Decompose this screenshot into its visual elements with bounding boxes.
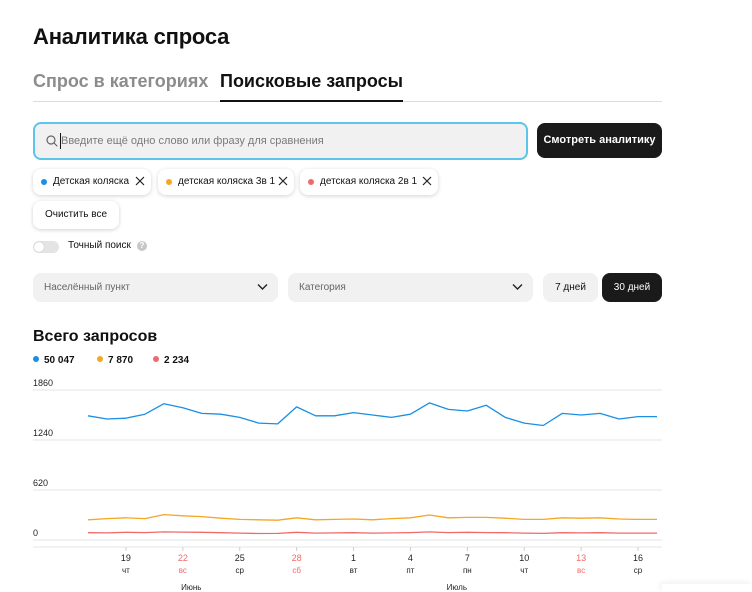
chevron-down-icon bbox=[512, 284, 523, 290]
total-requests-title: Всего запросов bbox=[33, 328, 158, 345]
category-select[interactable]: Категория bbox=[288, 273, 533, 302]
legend-value: 2 234 bbox=[164, 355, 190, 366]
search-icon bbox=[46, 135, 58, 147]
x-tick-weekday: вс bbox=[577, 566, 585, 575]
period-7-days-button[interactable]: 7 дней bbox=[543, 273, 598, 302]
series-line-1 bbox=[87, 402, 657, 427]
y-tick-label: 620 bbox=[33, 478, 48, 488]
x-tick-day: 4 bbox=[408, 553, 413, 563]
help-icon[interactable]: ? bbox=[137, 241, 147, 251]
legend-item: 50 047 bbox=[33, 355, 75, 366]
x-tick-day: 22 bbox=[178, 553, 188, 563]
x-tick-day: 1 bbox=[351, 553, 356, 563]
chip-label: Детская коляска bbox=[53, 176, 130, 187]
x-tick-day: 19 bbox=[121, 553, 131, 563]
page-title: Аналитика спроса bbox=[33, 24, 230, 49]
month-label: Июль bbox=[447, 583, 467, 592]
requests-line-chart: 1860 1240 620 0 19 чт 22 вс 25 ср 28 сб 1 вт 4 пт 7 пн 10 ч… bbox=[33, 378, 662, 592]
y-tick-label: 1860 bbox=[33, 378, 53, 388]
series-line-2 bbox=[87, 513, 657, 521]
city-select[interactable]: Населённый пункт bbox=[33, 273, 278, 302]
legend-dot bbox=[97, 356, 103, 362]
category-select-placeholder: Категория bbox=[299, 282, 346, 293]
color-dot bbox=[166, 179, 172, 185]
x-tick-day: 13 bbox=[576, 553, 586, 563]
period-30-days-button[interactable]: 30 дней bbox=[602, 273, 662, 302]
bottom-panel-edge bbox=[662, 584, 752, 592]
tab-category-demand[interactable]: Спрос в категориях bbox=[33, 70, 208, 102]
x-tick-day: 16 bbox=[633, 553, 643, 563]
x-tick-weekday: чт bbox=[520, 566, 528, 575]
legend-value: 50 047 bbox=[44, 355, 75, 366]
close-icon[interactable] bbox=[278, 176, 288, 186]
x-tick-weekday: вт bbox=[350, 566, 358, 575]
clear-all-button[interactable]: Очистить все bbox=[33, 201, 119, 229]
city-select-placeholder: Населённый пункт bbox=[44, 282, 131, 293]
query-chip[interactable]: детская коляска 2в 1 bbox=[300, 169, 438, 195]
x-tick-day: 25 bbox=[235, 553, 245, 563]
chevron-down-icon bbox=[257, 284, 268, 290]
series-line-3 bbox=[87, 531, 657, 535]
tab-search-queries[interactable]: Поисковые запросы bbox=[220, 70, 403, 102]
y-tick-label: 0 bbox=[33, 528, 38, 538]
x-tick-day: 10 bbox=[519, 553, 529, 563]
legend-item: 7 870 bbox=[97, 355, 133, 366]
x-tick-weekday: пт bbox=[406, 566, 414, 575]
y-tick-label: 1240 bbox=[33, 428, 53, 438]
legend-value: 7 870 bbox=[108, 355, 134, 366]
tabs: Спрос в категориях Поисковые запросы bbox=[33, 70, 662, 102]
legend-dot bbox=[153, 356, 159, 362]
x-tick-weekday: сб bbox=[292, 566, 301, 575]
month-label: Июнь bbox=[181, 583, 201, 592]
search-box[interactable] bbox=[33, 122, 528, 160]
legend-dot bbox=[33, 356, 39, 362]
exact-search-toggle[interactable] bbox=[33, 241, 59, 253]
color-dot bbox=[41, 179, 47, 185]
exact-search-label: Точный поиск bbox=[68, 240, 131, 251]
x-tick-day: 28 bbox=[292, 553, 302, 563]
color-dot bbox=[308, 179, 314, 185]
search-input[interactable] bbox=[61, 124, 521, 158]
query-chip[interactable]: детская коляска 3в 1 bbox=[158, 169, 294, 195]
toggle-knob bbox=[34, 242, 44, 252]
query-chip[interactable]: Детская коляска bbox=[33, 169, 151, 195]
x-tick-weekday: ср bbox=[634, 566, 643, 575]
x-tick-day: 7 bbox=[465, 553, 470, 563]
chip-label: детская коляска 2в 1 bbox=[320, 176, 418, 187]
x-tick-weekday: ср bbox=[236, 566, 245, 575]
close-icon[interactable] bbox=[135, 176, 145, 186]
close-icon[interactable] bbox=[422, 176, 432, 186]
view-analytics-button[interactable]: Смотреть аналитику bbox=[537, 123, 662, 158]
chip-label: детская коляска 3в 1 bbox=[178, 176, 276, 187]
legend-item: 2 234 bbox=[153, 355, 189, 366]
x-tick-weekday: пн bbox=[463, 566, 472, 575]
x-tick-weekday: чт bbox=[122, 566, 130, 575]
x-tick-weekday: вс bbox=[179, 566, 187, 575]
